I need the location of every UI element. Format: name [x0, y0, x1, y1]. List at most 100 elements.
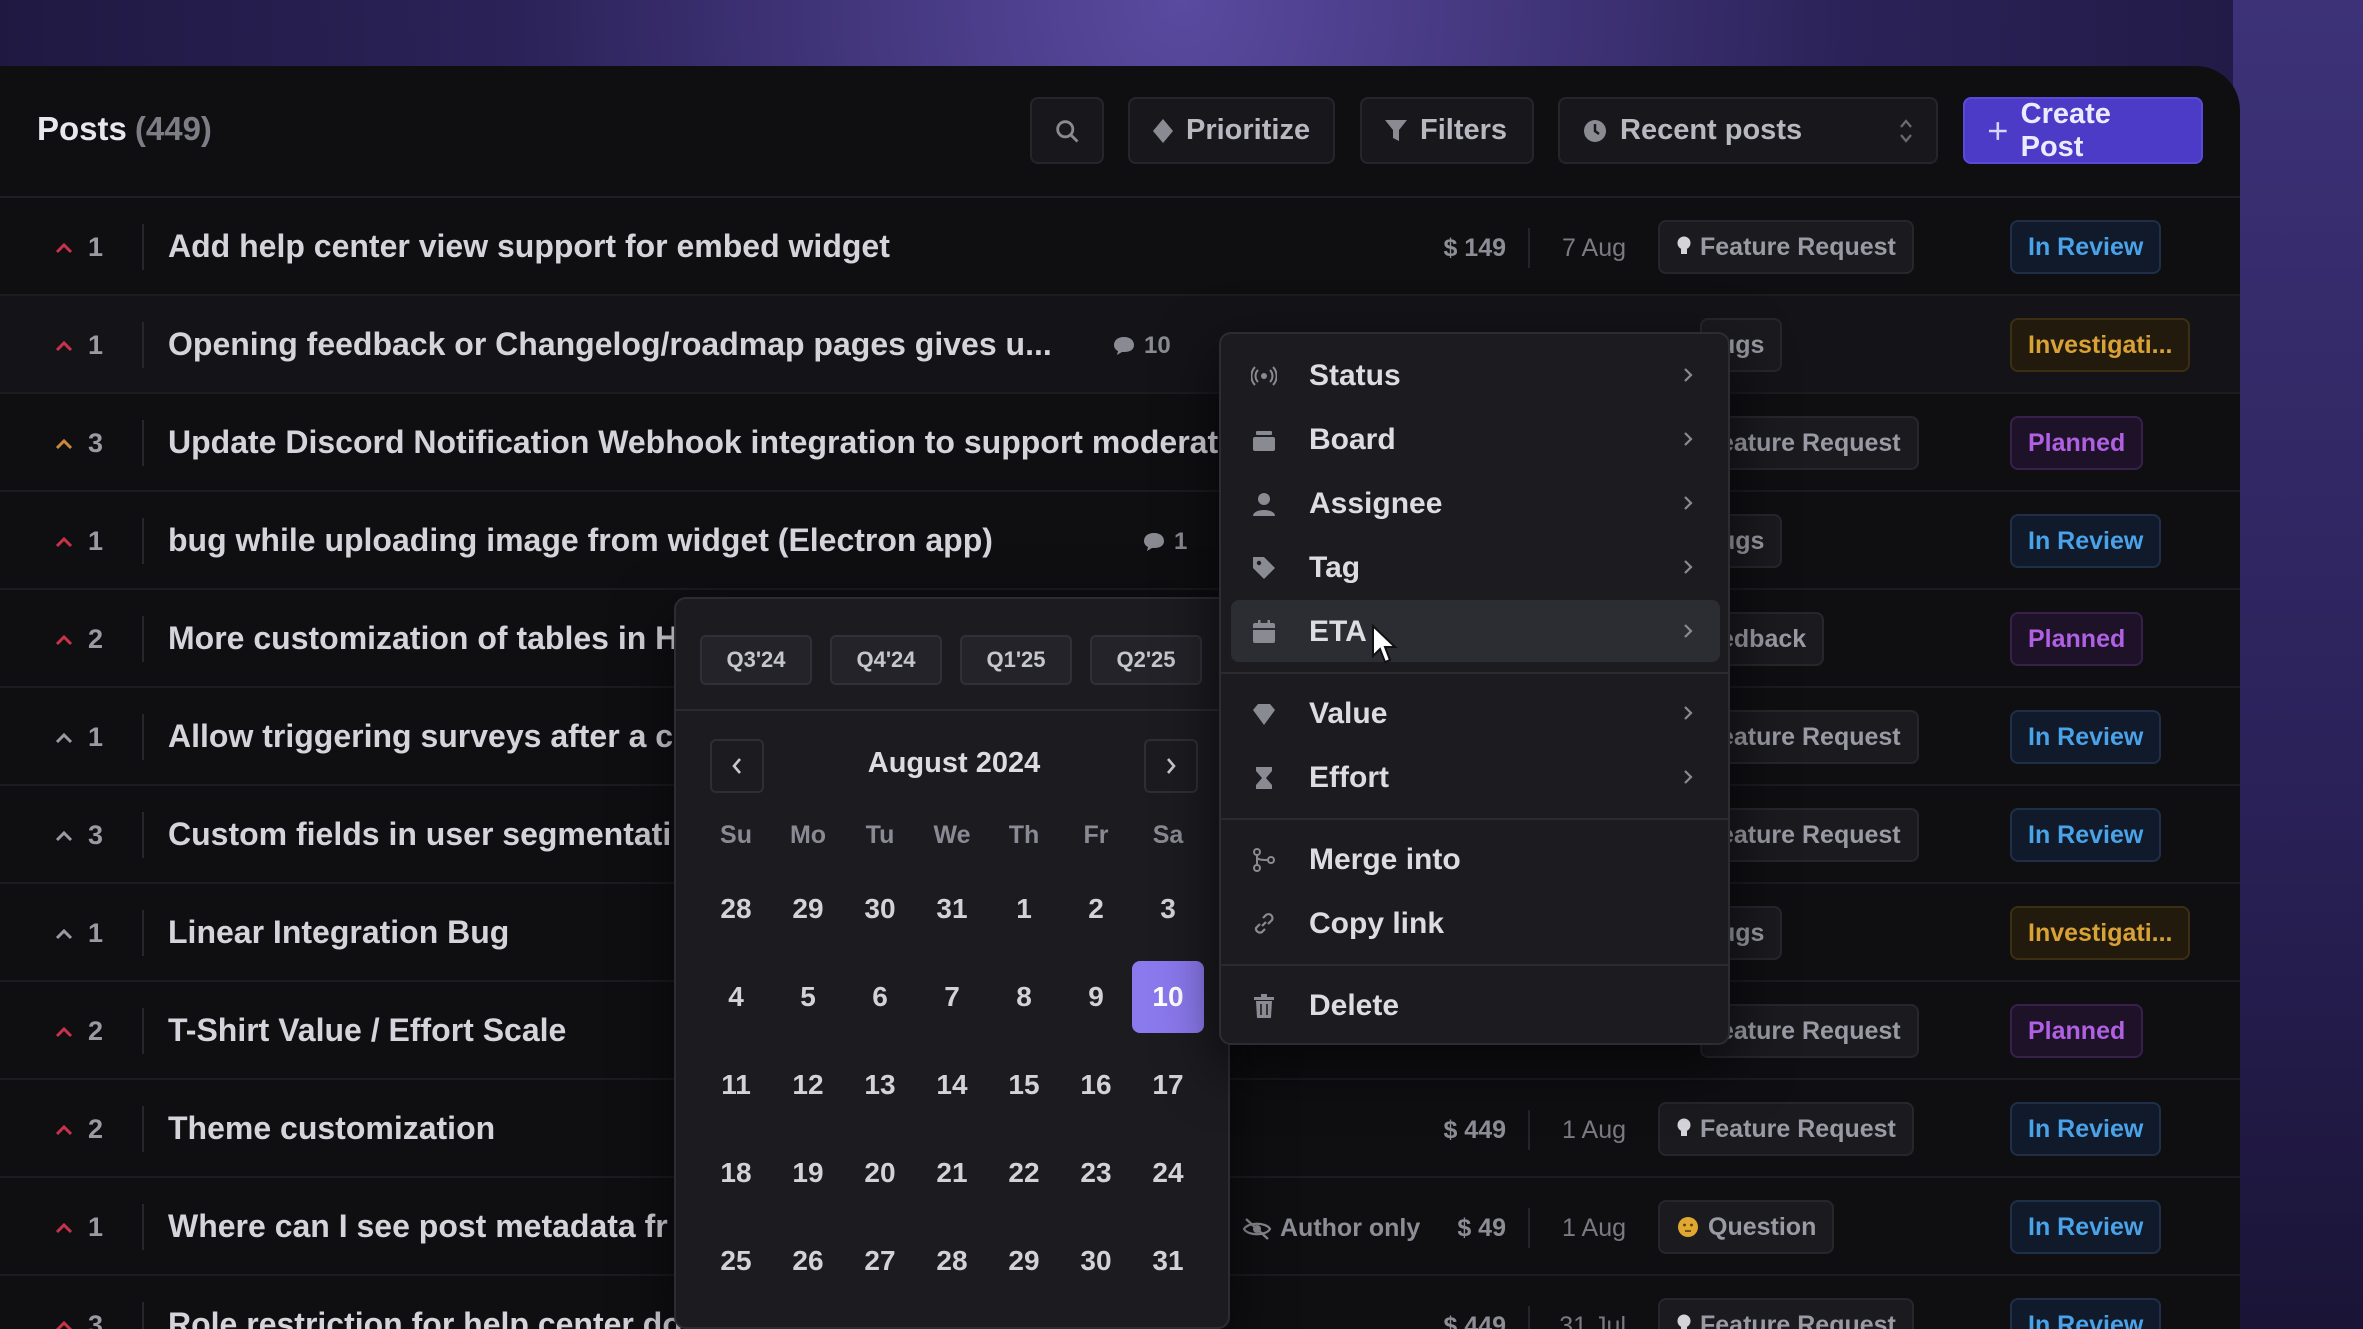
upvote-button[interactable]: 1	[54, 918, 103, 949]
calendar-day[interactable]: 14	[916, 1049, 988, 1121]
post-tag[interactable]: Feature Request	[1658, 1102, 1914, 1156]
next-month-button[interactable]	[1144, 739, 1198, 793]
upvote-button[interactable]: 2	[54, 1016, 103, 1047]
calendar-day[interactable]: 22	[988, 1137, 1060, 1209]
calendar-day[interactable]: 3	[1132, 873, 1204, 945]
menu-item-board[interactable]: Board	[1231, 408, 1720, 470]
menu-item-assignee[interactable]: Assignee	[1231, 472, 1720, 534]
post-tag[interactable]: Feature Request	[1658, 220, 1914, 274]
calendar-day[interactable]: 30	[844, 873, 916, 945]
upvote-button[interactable]: 3	[54, 1310, 103, 1329]
status-badge[interactable]: In Review	[2010, 1102, 2162, 1156]
quarter-button[interactable]: Q3'24	[700, 635, 812, 685]
status-badge[interactable]: In Review	[2010, 710, 2162, 764]
calendar-day[interactable]: 17	[1132, 1049, 1204, 1121]
calendar-day[interactable]: 31	[916, 873, 988, 945]
calendar-day[interactable]: 30	[1060, 1225, 1132, 1297]
post-row[interactable]: 3 Update Discord Notification Webhook int…	[0, 394, 2240, 492]
calendar-day[interactable]: 13	[844, 1049, 916, 1121]
status-badge[interactable]: In Review	[2010, 514, 2162, 568]
post-title[interactable]: Allow triggering surveys after a c	[168, 718, 673, 755]
calendar-day[interactable]: 23	[1060, 1137, 1132, 1209]
calendar-day[interactable]: 11	[700, 1049, 772, 1121]
upvote-button[interactable]: 3	[54, 428, 103, 459]
post-tag[interactable]: Feature Request	[1658, 1298, 1914, 1329]
calendar-day[interactable]: 27	[844, 1225, 916, 1297]
post-tag[interactable]: Question	[1658, 1200, 1835, 1254]
calendar-day[interactable]: 18	[700, 1137, 772, 1209]
upvote-button[interactable]: 1	[54, 722, 103, 753]
quarter-button[interactable]: Q1'25	[960, 635, 1072, 685]
post-title[interactable]: Add help center view support for embed w…	[168, 228, 890, 265]
upvote-button[interactable]: 1	[54, 1212, 103, 1243]
calendar-day[interactable]: 21	[916, 1137, 988, 1209]
filters-button[interactable]: Filters	[1360, 97, 1534, 164]
calendar-day[interactable]: 6	[844, 961, 916, 1033]
create-post-button[interactable]: Create Post	[1963, 97, 2203, 164]
calendar-day[interactable]: 24	[1132, 1137, 1204, 1209]
post-tag[interactable]: eature Request	[1700, 808, 1919, 862]
status-badge[interactable]: Planned	[2010, 612, 2144, 666]
menu-item-value[interactable]: Value	[1231, 682, 1720, 744]
post-tag[interactable]: eature Request	[1700, 416, 1919, 470]
post-tag[interactable]: eature Request	[1700, 1004, 1919, 1058]
status-badge[interactable]: In Review	[2010, 808, 2162, 862]
menu-item-effort[interactable]: Effort	[1231, 746, 1720, 808]
post-row[interactable]: 1 bug while uploading image from widget (…	[0, 492, 2240, 590]
post-title[interactable]: T-Shirt Value / Effort Scale	[168, 1012, 566, 1049]
post-title[interactable]: bug while uploading image from widget (E…	[168, 522, 993, 559]
menu-item-copy-link[interactable]: Copy link	[1231, 892, 1720, 954]
post-title[interactable]: Role restriction for help center do	[168, 1306, 682, 1329]
calendar-day[interactable]: 2	[1060, 873, 1132, 945]
calendar-day[interactable]: 25	[700, 1225, 772, 1297]
status-badge[interactable]: In Review	[2010, 1298, 2162, 1329]
post-title[interactable]: Opening feedback or Changelog/roadmap pa…	[168, 326, 1052, 363]
upvote-button[interactable]: 1	[54, 526, 103, 557]
calendar-day[interactable]: 29	[772, 873, 844, 945]
menu-item-eta[interactable]: ETA	[1231, 600, 1720, 662]
calendar-day[interactable]: 19	[772, 1137, 844, 1209]
sort-select[interactable]: Recent posts	[1558, 97, 1938, 164]
status-badge[interactable]: In Review	[2010, 1200, 2162, 1254]
calendar-day[interactable]: 15	[988, 1049, 1060, 1121]
calendar-day[interactable]: 28	[916, 1225, 988, 1297]
prioritize-button[interactable]: Prioritize	[1128, 97, 1335, 164]
upvote-button[interactable]: 2	[54, 624, 103, 655]
post-title[interactable]: Update Discord Notification Webhook inte…	[168, 424, 1218, 461]
calendar-day[interactable]: 28	[700, 873, 772, 945]
post-title[interactable]: Linear Integration Bug	[168, 914, 509, 951]
post-tag[interactable]: eature Request	[1700, 710, 1919, 764]
quarter-button[interactable]: Q4'24	[830, 635, 942, 685]
calendar-day[interactable]: 9	[1060, 961, 1132, 1033]
search-button[interactable]	[1030, 97, 1104, 164]
post-title[interactable]: Theme customization	[168, 1110, 495, 1147]
calendar-day[interactable]: 1	[988, 873, 1060, 945]
calendar-day[interactable]: 20	[844, 1137, 916, 1209]
calendar-day[interactable]: 7	[916, 961, 988, 1033]
menu-item-status[interactable]: Status	[1231, 344, 1720, 406]
calendar-day[interactable]: 26	[772, 1225, 844, 1297]
calendar-day[interactable]: 16	[1060, 1049, 1132, 1121]
status-badge[interactable]: Investigati...	[2010, 318, 2191, 372]
post-row[interactable]: 1 Add help center view support for embed …	[0, 198, 2240, 296]
post-title[interactable]: Custom fields in user segmentati	[168, 816, 671, 853]
menu-item-merge-into[interactable]: Merge into	[1231, 828, 1720, 890]
upvote-button[interactable]: 1	[54, 232, 103, 263]
upvote-button[interactable]: 3	[54, 820, 103, 851]
status-badge[interactable]: In Review	[2010, 220, 2162, 274]
upvote-button[interactable]: 2	[54, 1114, 103, 1145]
calendar-day[interactable]: 29	[988, 1225, 1060, 1297]
menu-item-delete[interactable]: Delete	[1231, 974, 1720, 1036]
upvote-button[interactable]: 1	[54, 330, 103, 361]
post-row[interactable]: 1 Opening feedback or Changelog/roadmap p…	[0, 296, 2240, 394]
post-title[interactable]: More customization of tables in H	[168, 620, 678, 657]
calendar-day[interactable]: 31	[1132, 1225, 1204, 1297]
calendar-day[interactable]: 5	[772, 961, 844, 1033]
menu-item-tag[interactable]: Tag	[1231, 536, 1720, 598]
status-badge[interactable]: Investigati...	[2010, 906, 2191, 960]
calendar-day[interactable]: 8	[988, 961, 1060, 1033]
calendar-day[interactable]: 4	[700, 961, 772, 1033]
status-badge[interactable]: Planned	[2010, 416, 2144, 470]
calendar-day[interactable]: 12	[772, 1049, 844, 1121]
post-title[interactable]: Where can I see post metadata fr	[168, 1208, 668, 1245]
